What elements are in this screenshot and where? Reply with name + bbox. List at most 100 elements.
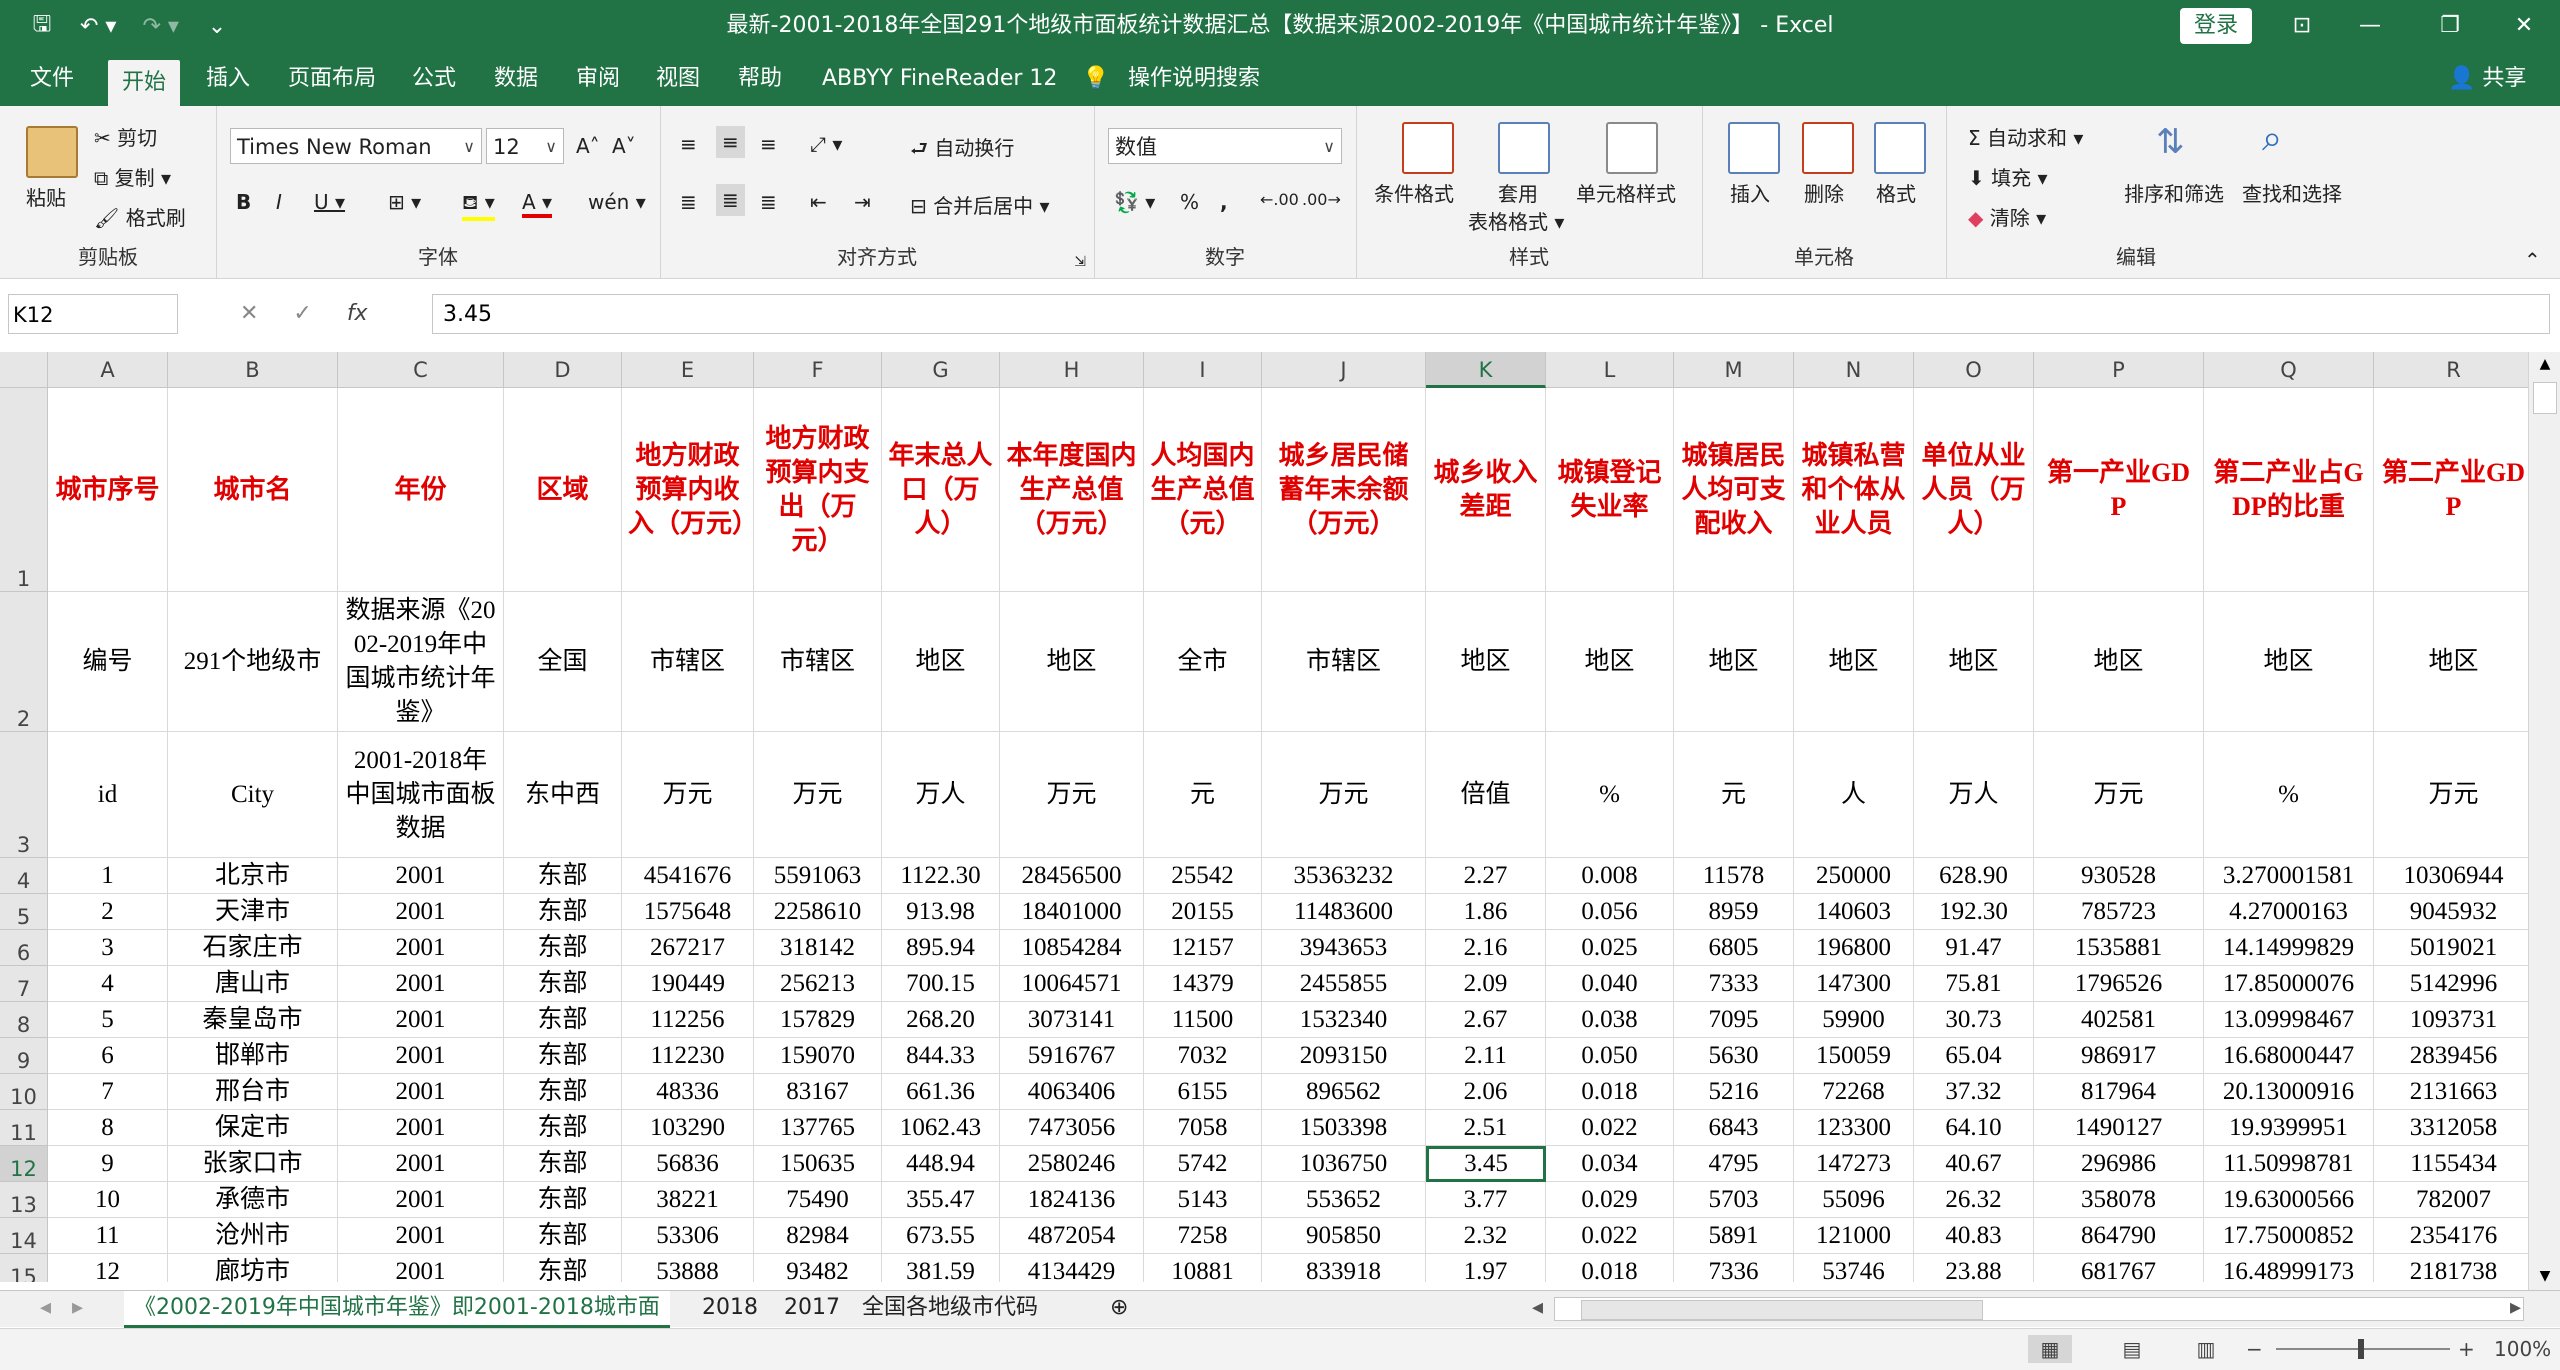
row-header-11[interactable]: 11 <box>0 1110 48 1146</box>
cell-L6[interactable]: 0.025 <box>1546 930 1674 966</box>
cell-O12[interactable]: 40.67 <box>1914 1146 2034 1182</box>
bold-icon[interactable]: B <box>236 190 251 214</box>
cell-E15[interactable]: 53888 <box>622 1254 754 1282</box>
scroll-down-icon[interactable]: ▼ <box>2533 1268 2557 1288</box>
cell-H8[interactable]: 3073141 <box>1000 1002 1144 1038</box>
cell-C5[interactable]: 2001 <box>338 894 504 930</box>
dialog-launcher-icon[interactable]: ⇲ <box>1074 254 1086 270</box>
insert-cells-button[interactable]: 插入 <box>1730 178 1770 207</box>
cell-J12[interactable]: 1036750 <box>1262 1146 1426 1182</box>
cell-P3[interactable]: 万元 <box>2034 732 2204 858</box>
cell-R8[interactable]: 1093731 <box>2374 1002 2534 1038</box>
cell-N10[interactable]: 72268 <box>1794 1074 1914 1110</box>
cell-C8[interactable]: 2001 <box>338 1002 504 1038</box>
worksheet-grid[interactable]: ABCDEFGHIJKLMNOPQR1234567891011121314151… <box>0 352 2560 1282</box>
cell-E14[interactable]: 53306 <box>622 1218 754 1254</box>
cell-L13[interactable]: 0.029 <box>1546 1182 1674 1218</box>
cell-M8[interactable]: 7095 <box>1674 1002 1794 1038</box>
cell-B6[interactable]: 石家庄市 <box>168 930 338 966</box>
cell-J13[interactable]: 553652 <box>1262 1182 1426 1218</box>
cell-B8[interactable]: 秦皇岛市 <box>168 1002 338 1038</box>
collapse-ribbon-icon[interactable]: ⌃ <box>2524 248 2541 272</box>
cell-A3[interactable]: id <box>48 732 168 858</box>
tab-review[interactable]: 审阅 <box>576 52 620 106</box>
cell-P6[interactable]: 1535881 <box>2034 930 2204 966</box>
column-header-O[interactable]: O <box>1914 352 2034 388</box>
cell-R2[interactable]: 地区 <box>2374 592 2534 732</box>
decrease-decimal-button[interactable]: .00→ <box>1302 190 1341 209</box>
tab-data[interactable]: 数据 <box>494 52 538 106</box>
cell-R7[interactable]: 5142996 <box>2374 966 2534 1002</box>
cell-H4[interactable]: 28456500 <box>1000 858 1144 894</box>
cell-I11[interactable]: 7058 <box>1144 1110 1262 1146</box>
cell-H6[interactable]: 10854284 <box>1000 930 1144 966</box>
magnifier-icon[interactable]: ⌕ <box>2262 118 2282 160</box>
horizontal-scrollbar[interactable] <box>1554 1297 2524 1321</box>
login-button[interactable]: 登录 <box>2180 8 2252 44</box>
cell-L15[interactable]: 0.018 <box>1546 1254 1674 1282</box>
cell-P11[interactable]: 1490127 <box>2034 1110 2204 1146</box>
cell-N12[interactable]: 147273 <box>1794 1146 1914 1182</box>
cell-F9[interactable]: 159070 <box>754 1038 882 1074</box>
cell-E12[interactable]: 56836 <box>622 1146 754 1182</box>
cell-J5[interactable]: 11483600 <box>1262 894 1426 930</box>
cell-E10[interactable]: 48336 <box>622 1074 754 1110</box>
cell-K7[interactable]: 2.09 <box>1426 966 1546 1002</box>
cell-P15[interactable]: 681767 <box>2034 1254 2204 1282</box>
row-header-4[interactable]: 4 <box>0 858 48 894</box>
cell-H1[interactable]: 本年度国内生产总值（万元） <box>1000 388 1144 592</box>
cell-K2[interactable]: 地区 <box>1426 592 1546 732</box>
cell-K11[interactable]: 2.51 <box>1426 1110 1546 1146</box>
horizontal-scroll-thumb[interactable] <box>1581 1300 1983 1320</box>
cell-Q11[interactable]: 19.9399951 <box>2204 1110 2374 1146</box>
cell-G1[interactable]: 年末总人口（万人） <box>882 388 1000 592</box>
cell-F11[interactable]: 137765 <box>754 1110 882 1146</box>
shrink-font-icon[interactable]: A˅ <box>612 134 636 158</box>
cell-F3[interactable]: 万元 <box>754 732 882 858</box>
align-top-icon[interactable]: ≡ <box>680 132 697 156</box>
cell-M12[interactable]: 4795 <box>1674 1146 1794 1182</box>
row-header-13[interactable]: 13 <box>0 1182 48 1218</box>
italic-icon[interactable]: I <box>276 190 282 214</box>
cell-B3[interactable]: City <box>168 732 338 858</box>
cell-K3[interactable]: 倍值 <box>1426 732 1546 858</box>
column-header-G[interactable]: G <box>882 352 1000 388</box>
cell-Q7[interactable]: 17.85000076 <box>2204 966 2374 1002</box>
cell-G14[interactable]: 673.55 <box>882 1218 1000 1254</box>
cell-R14[interactable]: 2354176 <box>2374 1218 2534 1254</box>
cell-K10[interactable]: 2.06 <box>1426 1074 1546 1110</box>
cell-N5[interactable]: 140603 <box>1794 894 1914 930</box>
cell-C2[interactable]: 数据来源《2002-2019年中国城市统计年鉴》 <box>338 592 504 732</box>
cell-P4[interactable]: 930528 <box>2034 858 2204 894</box>
cell-N9[interactable]: 150059 <box>1794 1038 1914 1074</box>
cell-J15[interactable]: 833918 <box>1262 1254 1426 1282</box>
cell-P7[interactable]: 1796526 <box>2034 966 2204 1002</box>
cell-H14[interactable]: 4872054 <box>1000 1218 1144 1254</box>
cell-R10[interactable]: 2131663 <box>2374 1074 2534 1110</box>
cell-N6[interactable]: 196800 <box>1794 930 1914 966</box>
cell-D9[interactable]: 东部 <box>504 1038 622 1074</box>
cell-H13[interactable]: 1824136 <box>1000 1182 1144 1218</box>
cell-J9[interactable]: 2093150 <box>1262 1038 1426 1074</box>
ribbon-display-options-icon[interactable]: ⊡ <box>2272 0 2332 52</box>
cell-E2[interactable]: 市辖区 <box>622 592 754 732</box>
paste-icon[interactable] <box>26 126 78 178</box>
cancel-icon[interactable]: ✕ <box>240 301 258 326</box>
cell-H5[interactable]: 18401000 <box>1000 894 1144 930</box>
cell-J3[interactable]: 万元 <box>1262 732 1426 858</box>
delete-cells-icon[interactable] <box>1802 122 1854 174</box>
cell-K13[interactable]: 3.77 <box>1426 1182 1546 1218</box>
cell-O4[interactable]: 628.90 <box>1914 858 2034 894</box>
column-header-P[interactable]: P <box>2034 352 2204 388</box>
cell-R1[interactable]: 第二产业GDP <box>2374 388 2534 592</box>
cell-P9[interactable]: 986917 <box>2034 1038 2204 1074</box>
cell-J6[interactable]: 3943653 <box>1262 930 1426 966</box>
sheet-tab-codes[interactable]: 全国各地级市代码 <box>852 1291 1048 1325</box>
cell-F14[interactable]: 82984 <box>754 1218 882 1254</box>
column-header-H[interactable]: H <box>1000 352 1144 388</box>
borders-icon[interactable]: ⊞ ▾ <box>388 190 421 214</box>
cell-C9[interactable]: 2001 <box>338 1038 504 1074</box>
cell-H12[interactable]: 2580246 <box>1000 1146 1144 1182</box>
align-left-icon[interactable]: ≣ <box>680 190 697 214</box>
font-size-select[interactable]: 12 ∨ <box>486 128 564 164</box>
